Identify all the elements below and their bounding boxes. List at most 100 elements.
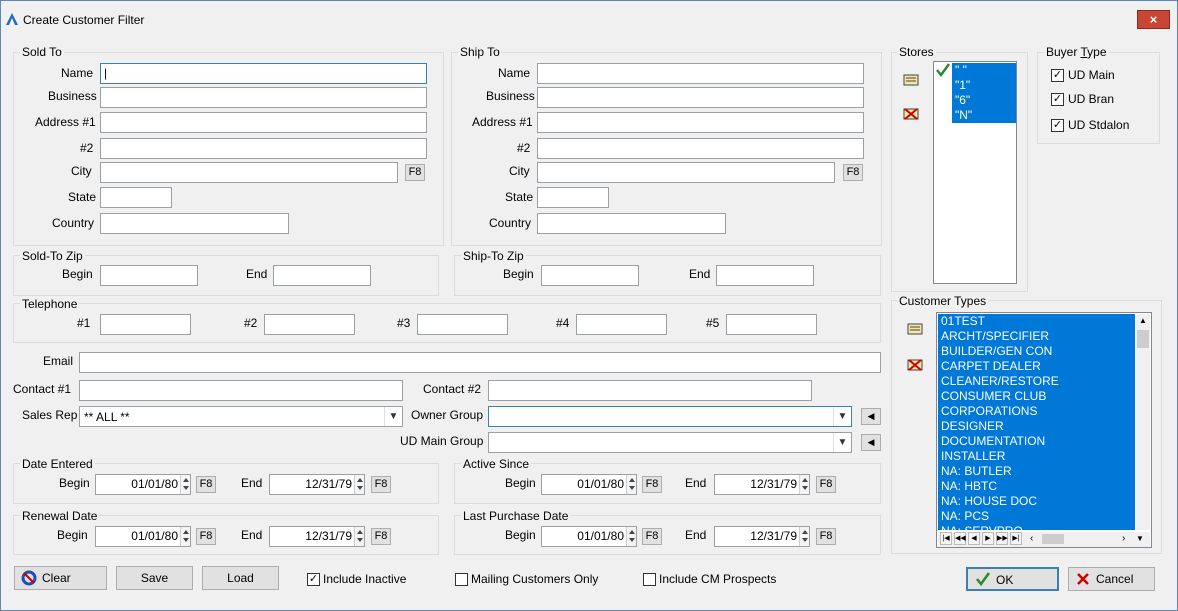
customer-type-item[interactable]: INSTALLER [938, 449, 1135, 464]
customer-type-item[interactable]: CONSUMER CLUB [938, 389, 1135, 404]
contact2-input[interactable] [488, 380, 812, 401]
nav-first-icon[interactable]: |◀ [940, 532, 952, 545]
last-purchase-end-input[interactable]: 12/31/79 [714, 526, 810, 547]
nav-next-page-icon[interactable]: ▶▶ [996, 532, 1008, 545]
sold-address2-input[interactable] [100, 138, 427, 159]
ship-city-f8-button[interactable]: F8 [843, 164, 863, 181]
sold-zip-begin-input[interactable] [100, 265, 198, 286]
scroll-up-icon[interactable]: ▲ [1136, 314, 1150, 328]
ship-address1-input[interactable] [537, 112, 864, 133]
customer-type-item[interactable]: DESIGNER [938, 419, 1135, 434]
spinner[interactable] [354, 475, 364, 494]
ship-business-input[interactable] [537, 87, 864, 108]
customer-type-item[interactable]: CLEANER/RESTORE [938, 374, 1135, 389]
date-entered-begin-input[interactable]: 01/01/80 [95, 474, 191, 495]
renewal-end-f8[interactable]: F8 [371, 528, 391, 545]
ship-state-input[interactable] [537, 187, 609, 208]
sold-state-input[interactable] [100, 187, 172, 208]
owner-group-select[interactable]: ▼ [488, 406, 852, 427]
customer-type-item[interactable]: NA: BUTLER [938, 464, 1135, 479]
customer-type-item[interactable]: DOCUMENTATION [938, 434, 1135, 449]
clear-button[interactable]: Clear [14, 566, 107, 590]
store-item[interactable]: "N" [952, 108, 1016, 123]
nav-last-icon[interactable]: ▶| [1010, 532, 1022, 545]
buyer-ud-bran-checkbox[interactable]: ✓ [1051, 93, 1064, 106]
spinner[interactable] [626, 527, 636, 546]
store-item[interactable]: " " [952, 63, 1016, 78]
active-since-begin-f8[interactable]: F8 [642, 476, 662, 493]
customer-type-item[interactable]: NA: SERVPRO [938, 524, 1135, 530]
customer-type-item[interactable]: ARCHT/SPECIFIER [938, 329, 1135, 344]
scroll-right-icon[interactable]: › [1122, 532, 1132, 545]
buyer-ud-main-checkbox[interactable]: ✓ [1051, 69, 1064, 82]
spinner[interactable] [799, 475, 809, 494]
email-input[interactable] [79, 352, 881, 373]
customer-type-item[interactable]: CARPET DEALER [938, 359, 1135, 374]
customer-type-item[interactable]: BUILDER/GEN CON [938, 344, 1135, 359]
spinner[interactable] [799, 527, 809, 546]
store-item[interactable]: "1" [952, 78, 1016, 93]
spinner[interactable] [180, 475, 190, 494]
last-purchase-begin-input[interactable]: 01/01/80 [541, 526, 637, 547]
close-button[interactable]: × [1137, 10, 1170, 29]
include-cm-checkbox[interactable] [643, 573, 656, 586]
active-since-begin-input[interactable]: 01/01/80 [541, 474, 637, 495]
sold-address1-input[interactable] [100, 112, 427, 133]
phone5-input[interactable] [726, 314, 817, 335]
save-button[interactable]: Save [116, 566, 193, 590]
phone3-input[interactable] [417, 314, 508, 335]
phone2-input[interactable] [264, 314, 355, 335]
include-inactive-checkbox[interactable]: ✓ [307, 573, 320, 586]
select-all-icon[interactable] [902, 72, 920, 88]
scroll-down-icon[interactable]: ▼ [1136, 532, 1148, 545]
date-entered-end-input[interactable]: 12/31/79 [269, 474, 365, 495]
nav-prev-icon[interactable]: ◀ [968, 532, 980, 545]
nav-prev-page-icon[interactable]: ◀◀ [954, 532, 966, 545]
customer-type-item[interactable]: NA: HOUSE DOC [938, 494, 1135, 509]
renewal-end-input[interactable]: 12/31/79 [269, 526, 365, 547]
spinner[interactable] [180, 527, 190, 546]
sold-business-input[interactable] [100, 87, 427, 108]
stores-list[interactable]: " " "1" "6" "N" [933, 61, 1017, 284]
scroll-thumb[interactable] [1137, 330, 1149, 348]
customer-types-list[interactable]: 01TEST ARCHT/SPECIFIER BUILDER/GEN CON CARP… [936, 312, 1152, 548]
scroll-left-icon[interactable]: ‹ [1030, 532, 1040, 545]
phone4-input[interactable] [576, 314, 667, 335]
active-since-end-f8[interactable]: F8 [816, 476, 836, 493]
ship-country-input[interactable] [537, 213, 726, 234]
spinner[interactable] [354, 527, 364, 546]
date-entered-end-f8[interactable]: F8 [371, 476, 391, 493]
ud-main-group-back-button[interactable]: ◀ [861, 434, 881, 451]
sold-city-f8-button[interactable]: F8 [405, 164, 425, 181]
ok-button[interactable]: OK [966, 567, 1059, 591]
contact1-input[interactable] [79, 380, 403, 401]
date-entered-begin-f8[interactable]: F8 [196, 476, 216, 493]
customer-type-item[interactable]: 01TEST [938, 314, 1135, 329]
load-button[interactable]: Load [202, 566, 279, 590]
renewal-begin-f8[interactable]: F8 [196, 528, 216, 545]
sold-city-input[interactable] [100, 162, 398, 183]
phone1-input[interactable] [100, 314, 191, 335]
nav-next-icon[interactable]: ▶ [982, 532, 994, 545]
ud-main-group-select[interactable]: ▼ [488, 432, 852, 453]
vertical-scrollbar[interactable]: ▲ [1136, 314, 1150, 530]
owner-group-back-button[interactable]: ◀ [861, 408, 881, 425]
horizontal-scroll-thumb[interactable] [1042, 534, 1064, 544]
last-purchase-end-f8[interactable]: F8 [816, 528, 836, 545]
select-all-types-icon[interactable] [906, 321, 924, 337]
ship-zip-begin-input[interactable] [541, 265, 639, 286]
store-item[interactable]: "6" [952, 93, 1016, 108]
ship-city-input[interactable] [537, 162, 835, 183]
cancel-button[interactable]: Cancel [1068, 567, 1155, 591]
last-purchase-begin-f8[interactable]: F8 [642, 528, 662, 545]
mailing-only-checkbox[interactable] [455, 573, 468, 586]
sold-country-input[interactable] [100, 213, 289, 234]
active-since-end-input[interactable]: 12/31/79 [714, 474, 810, 495]
customer-type-item[interactable]: NA: HBTC [938, 479, 1135, 494]
ship-name-input[interactable] [537, 63, 864, 84]
buyer-ud-stdalon-checkbox[interactable]: ✓ [1051, 119, 1064, 132]
sold-zip-end-input[interactable] [273, 265, 371, 286]
ship-zip-end-input[interactable] [716, 265, 814, 286]
clear-selection-icon[interactable] [902, 106, 920, 122]
sold-name-input[interactable]: | [100, 63, 427, 84]
